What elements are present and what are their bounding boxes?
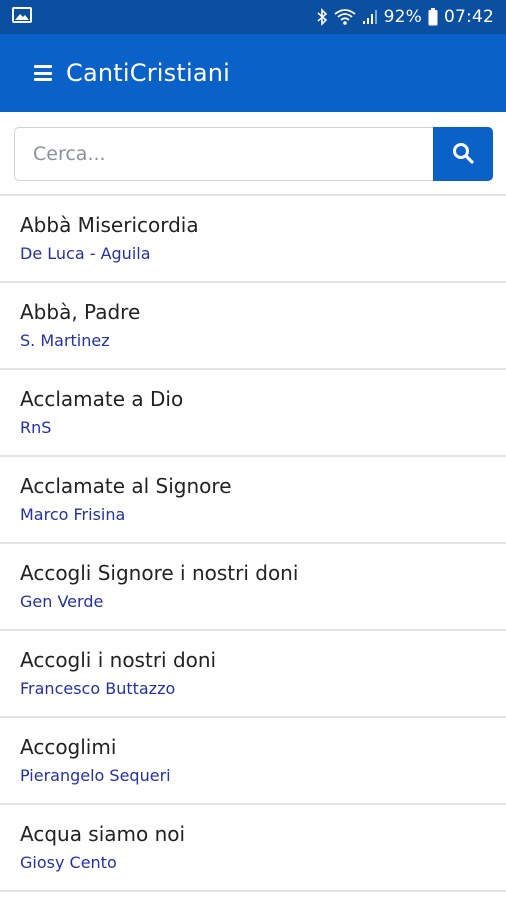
search-group xyxy=(14,127,493,181)
song-author: Marco Frisina xyxy=(20,505,126,524)
list-item[interactable]: Abbà Misericordia De Luca - Aguila xyxy=(0,194,506,281)
song-author: Giosy Cento xyxy=(20,853,117,872)
song-list: Abbà Misericordia De Luca - Aguila Abbà,… xyxy=(0,194,506,892)
song-title: Accogli i nostri doni xyxy=(20,648,217,672)
song-author: S. Martinez xyxy=(20,331,110,350)
list-item[interactable]: Acclamate a Dio RnS xyxy=(0,368,506,455)
list-item[interactable]: Acclamate al Signore Marco Frisina xyxy=(0,455,506,542)
list-item[interactable]: Acqua siamo noi Giosy Cento xyxy=(0,803,506,890)
status-bar: 92% 07:42 xyxy=(0,0,506,34)
song-title: Acclamate a Dio xyxy=(20,387,184,411)
hamburger-menu-icon[interactable] xyxy=(34,65,52,81)
search-bar xyxy=(0,112,506,194)
list-item[interactable]: Abbà, Padre S. Martinez xyxy=(0,281,506,368)
song-title: Abbà, Padre xyxy=(20,300,141,324)
signal-icon xyxy=(362,9,378,25)
battery-icon xyxy=(428,8,438,26)
song-title: Abbà Misericordia xyxy=(20,213,199,237)
image-icon xyxy=(12,6,32,28)
list-item[interactable]: Accogli i nostri doni Francesco Buttazzo xyxy=(0,629,506,716)
song-title: Acclamate al Signore xyxy=(20,474,232,498)
app-bar: CantiCristiani xyxy=(0,34,506,112)
wifi-icon xyxy=(334,9,356,25)
app-title: CantiCristiani xyxy=(66,59,231,87)
list-item[interactable]: Accoglimi Pierangelo Sequeri xyxy=(0,716,506,803)
battery-percentage: 92% xyxy=(383,7,422,27)
search-icon xyxy=(452,142,474,167)
song-author: Pierangelo Sequeri xyxy=(20,766,171,785)
search-button[interactable] xyxy=(433,127,493,181)
song-author: Francesco Buttazzo xyxy=(20,679,176,698)
song-title: Accoglimi xyxy=(20,735,117,759)
song-title: Accogli Signore i nostri doni xyxy=(20,561,299,585)
song-author: Gen Verde xyxy=(20,592,104,611)
list-item[interactable]: Accogli Signore i nostri doni Gen Verde xyxy=(0,542,506,629)
clock: 07:42 xyxy=(444,7,494,27)
list-divider xyxy=(0,890,506,892)
search-input[interactable] xyxy=(14,127,433,181)
song-author: RnS xyxy=(20,418,52,437)
bluetooth-icon xyxy=(316,8,328,26)
song-title: Acqua siamo noi xyxy=(20,822,186,846)
song-author: De Luca - Aguila xyxy=(20,244,151,263)
